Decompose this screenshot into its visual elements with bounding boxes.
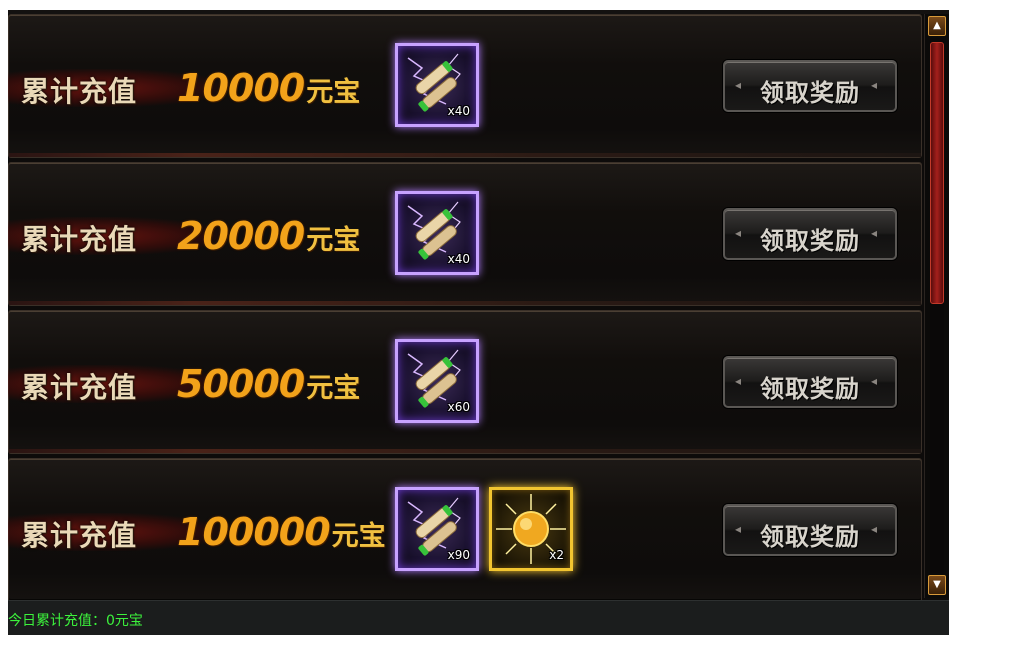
reward-item-golden-orb[interactable]: x2 [489, 487, 573, 571]
amount-unit: 元宝 [306, 373, 361, 404]
row-divider [9, 301, 921, 305]
button-ornament-right-icon: ◂ [871, 226, 878, 240]
claim-button-label: 领取奖励 [760, 523, 860, 551]
reward-label: 累计充值 [21, 223, 138, 256]
item-count: x2 [549, 548, 564, 562]
claim-reward-button[interactable]: ◂ 领取奖励 ◂ [723, 60, 897, 112]
reward-amount: 100000元宝 [177, 510, 386, 554]
reward-item-scroll[interactable]: x40 [395, 43, 479, 127]
claim-button-label: 领取奖励 [760, 227, 860, 255]
amount-number: 20000 [177, 214, 305, 258]
recharge-reward-panel: 累计充值 10000元宝 x40 ◂ 领取奖励 ◂ 累计充值 20000元宝 x… [8, 10, 949, 635]
claim-button-label: 领取奖励 [760, 79, 860, 107]
amount-unit: 元宝 [331, 521, 386, 552]
claim-button-label: 领取奖励 [760, 375, 860, 403]
reward-row: 累计充值 50000元宝 x60 ◂ 领取奖励 ◂ [8, 310, 922, 454]
reward-list: 累计充值 10000元宝 x40 ◂ 领取奖励 ◂ 累计充值 20000元宝 x… [8, 14, 924, 600]
scroll-up-arrow-icon[interactable]: ▲ [928, 16, 946, 36]
row-divider [9, 449, 921, 453]
reward-label: 累计充值 [21, 371, 138, 404]
reward-amount: 50000元宝 [177, 362, 360, 406]
scroll-down-arrow-icon[interactable]: ▼ [928, 575, 946, 595]
button-ornament-right-icon: ◂ [871, 374, 878, 388]
item-count: x90 [447, 548, 470, 562]
daily-recharge-total: 今日累计充值：0元宝 [8, 613, 143, 629]
reward-item-scroll[interactable]: x60 [395, 339, 479, 423]
amount-number: 10000 [177, 66, 305, 110]
amount-unit: 元宝 [306, 225, 361, 256]
reward-amount: 20000元宝 [177, 214, 360, 258]
button-ornament-right-icon: ◂ [871, 522, 878, 536]
amount-number: 50000 [177, 362, 305, 406]
claim-reward-button[interactable]: ◂ 领取奖励 ◂ [723, 208, 897, 260]
status-bar: 今日累计充值：0元宝 [8, 600, 949, 635]
reward-item-scroll[interactable]: x40 [395, 191, 479, 275]
amount-number: 100000 [177, 510, 331, 554]
reward-amount: 10000元宝 [177, 66, 360, 110]
button-ornament-right-icon: ◂ [871, 78, 878, 92]
scrollbar-thumb[interactable] [930, 42, 944, 304]
vertical-scrollbar[interactable]: ▲ ▼ [924, 14, 949, 598]
claim-reward-button[interactable]: ◂ 领取奖励 ◂ [723, 504, 897, 556]
amount-unit: 元宝 [306, 77, 361, 108]
claim-reward-button[interactable]: ◂ 领取奖励 ◂ [723, 356, 897, 408]
reward-label: 累计充值 [21, 75, 138, 108]
reward-row: 累计充值 10000元宝 x40 ◂ 领取奖励 ◂ [8, 14, 922, 158]
scrollbar-track[interactable] [930, 38, 944, 573]
row-divider [9, 153, 921, 157]
reward-item-scroll[interactable]: x90 [395, 487, 479, 571]
reward-row: 累计充值 20000元宝 x40 ◂ 领取奖励 ◂ [8, 162, 922, 306]
item-count: x60 [447, 400, 470, 414]
item-count: x40 [447, 252, 470, 266]
reward-label: 累计充值 [21, 519, 138, 552]
item-count: x40 [447, 104, 470, 118]
reward-row: 累计充值 100000元宝 x90 x2 ◂ 领取奖励 ◂ [8, 458, 922, 600]
